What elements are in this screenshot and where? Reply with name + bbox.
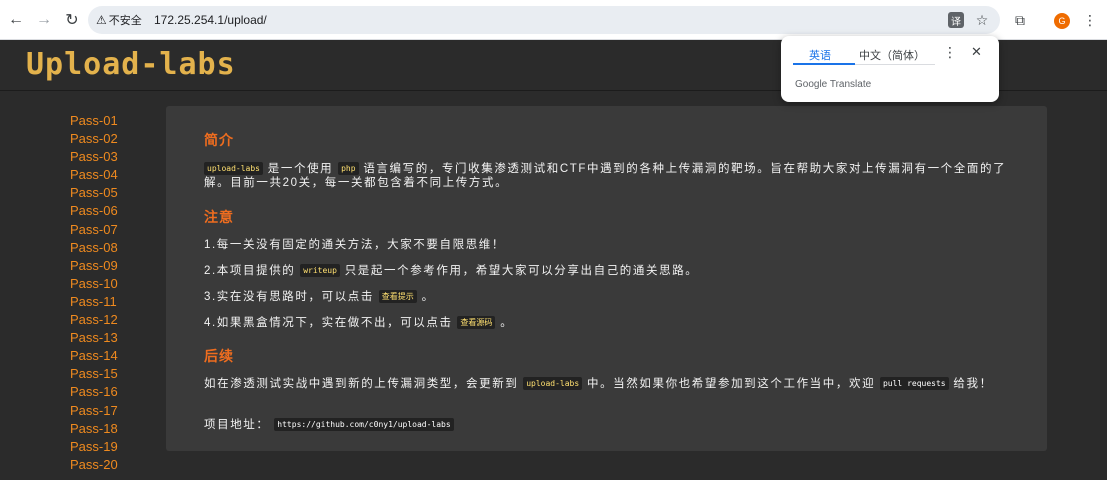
pull-requests-link[interactable]: pull requests [879, 377, 949, 390]
sidebar-item-pass-15[interactable]: Pass-15 [70, 365, 150, 383]
sidebar-item-pass-05[interactable]: Pass-05 [70, 184, 150, 202]
code-writeup: writeup [300, 264, 340, 277]
sidebar-item-pass-16[interactable]: Pass-16 [70, 383, 150, 401]
sidebar-item-pass-11[interactable]: Pass-11 [70, 293, 150, 311]
profile-avatar[interactable]: G [1054, 13, 1070, 29]
translate-popup: 英语 中文（简体） ⋮ ✕ Google Translate [781, 36, 999, 102]
reload-icon[interactable]: ↻ [60, 8, 84, 32]
followup-paragraph: 如在渗透测试实战中遇到新的上传漏洞类型，会更新到 upload-labs 中。当… [204, 377, 993, 390]
note-1: 1.每一关没有固定的通关方法，大家不要自限思维！ [204, 239, 505, 251]
intro-panel: 简介 upload-labs 是一个使用 php 语言编写的，专门收集渗透测试和… [166, 106, 1047, 451]
bookmark-star-icon[interactable]: ☆ [972, 10, 992, 30]
sidebar-item-pass-13[interactable]: Pass-13 [70, 329, 150, 347]
tab-source-language[interactable]: 英语 [809, 47, 831, 63]
sidebar-item-pass-03[interactable]: Pass-03 [70, 148, 150, 166]
sidebar-item-pass-12[interactable]: Pass-12 [70, 311, 150, 329]
translate-icon[interactable]: 译 [948, 12, 964, 28]
sidebar-item-pass-14[interactable]: Pass-14 [70, 347, 150, 365]
security-label: 不安全 [108, 15, 142, 27]
sidebar-item-pass-08[interactable]: Pass-08 [70, 239, 150, 257]
notes-title: 注意 [204, 209, 234, 225]
address-bar[interactable]: ⚠ 不安全 172.25.254.1/upload/ 译 ☆ [88, 6, 1000, 34]
google-translate-brand: Google Translate [795, 79, 872, 90]
active-tab-indicator [793, 63, 855, 65]
site-logo[interactable]: Upload-labs [26, 48, 236, 82]
sidebar-item-pass-01[interactable]: Pass-01 [70, 112, 150, 130]
view-hint-button[interactable]: 查看提示 [378, 290, 417, 303]
note-2: 2.本项目提供的 writeup 只是起一个参考作用，希望大家可以分享出自己的通… [204, 264, 699, 277]
back-icon[interactable]: ← [4, 8, 28, 32]
note-4: 4.如果黑盒情况下，实在做不出，可以点击 查看源码 。 [204, 316, 514, 329]
browser-toolbar: ← → ↻ ⚠ 不安全 172.25.254.1/upload/ 译 ☆ ⧉ G… [0, 0, 1107, 40]
intro-title: 简介 [204, 132, 234, 148]
sidebar-item-pass-18[interactable]: Pass-18 [70, 420, 150, 438]
sidebar-item-pass-10[interactable]: Pass-10 [70, 275, 150, 293]
menu-kebab-icon[interactable]: ⋮ [1080, 10, 1100, 30]
project-url-link[interactable]: https://github.com/c0ny1/upload-labs [274, 418, 454, 431]
note-3: 3.实在没有思路时，可以点击 查看提示 。 [204, 290, 435, 303]
more-options-icon[interactable]: ⋮ [943, 44, 957, 61]
sidebar-item-pass-20[interactable]: Pass-20 [70, 456, 150, 474]
code-php: php [338, 162, 359, 175]
pass-list: Pass-01 Pass-02 Pass-03 Pass-04 Pass-05 Pass-… [70, 112, 150, 474]
forward-icon[interactable]: → [32, 8, 56, 32]
sidebar-item-pass-09[interactable]: Pass-09 [70, 257, 150, 275]
sidebar-item-pass-19[interactable]: Pass-19 [70, 438, 150, 456]
code-upload-labs: upload-labs [204, 162, 263, 175]
followup-title: 后续 [204, 348, 234, 364]
sidebar-item-pass-17[interactable]: Pass-17 [70, 402, 150, 420]
code-upload-labs-2: upload-labs [523, 377, 583, 390]
sidebar-item-pass-07[interactable]: Pass-07 [70, 221, 150, 239]
security-indicator[interactable]: ⚠ 不安全 [96, 12, 142, 28]
close-icon[interactable]: ✕ [971, 44, 982, 60]
sidebar-item-pass-04[interactable]: Pass-04 [70, 166, 150, 184]
view-source-button[interactable]: 查看源码 [457, 316, 496, 329]
extensions-icon[interactable]: ⧉ [1010, 10, 1030, 30]
sidebar-item-pass-02[interactable]: Pass-02 [70, 130, 150, 148]
tab-target-language[interactable]: 中文（简体） [859, 47, 925, 63]
project-address: 项目地址： https://github.com/c0ny1/upload-la… [204, 418, 1009, 432]
warning-icon: ⚠ [96, 13, 107, 27]
intro-paragraph: upload-labs 是一个使用 php 语言编写的，专门收集渗透测试和CTF… [204, 162, 1007, 189]
url-text[interactable]: 172.25.254.1/upload/ [154, 12, 267, 28]
sidebar-item-pass-06[interactable]: Pass-06 [70, 202, 150, 220]
